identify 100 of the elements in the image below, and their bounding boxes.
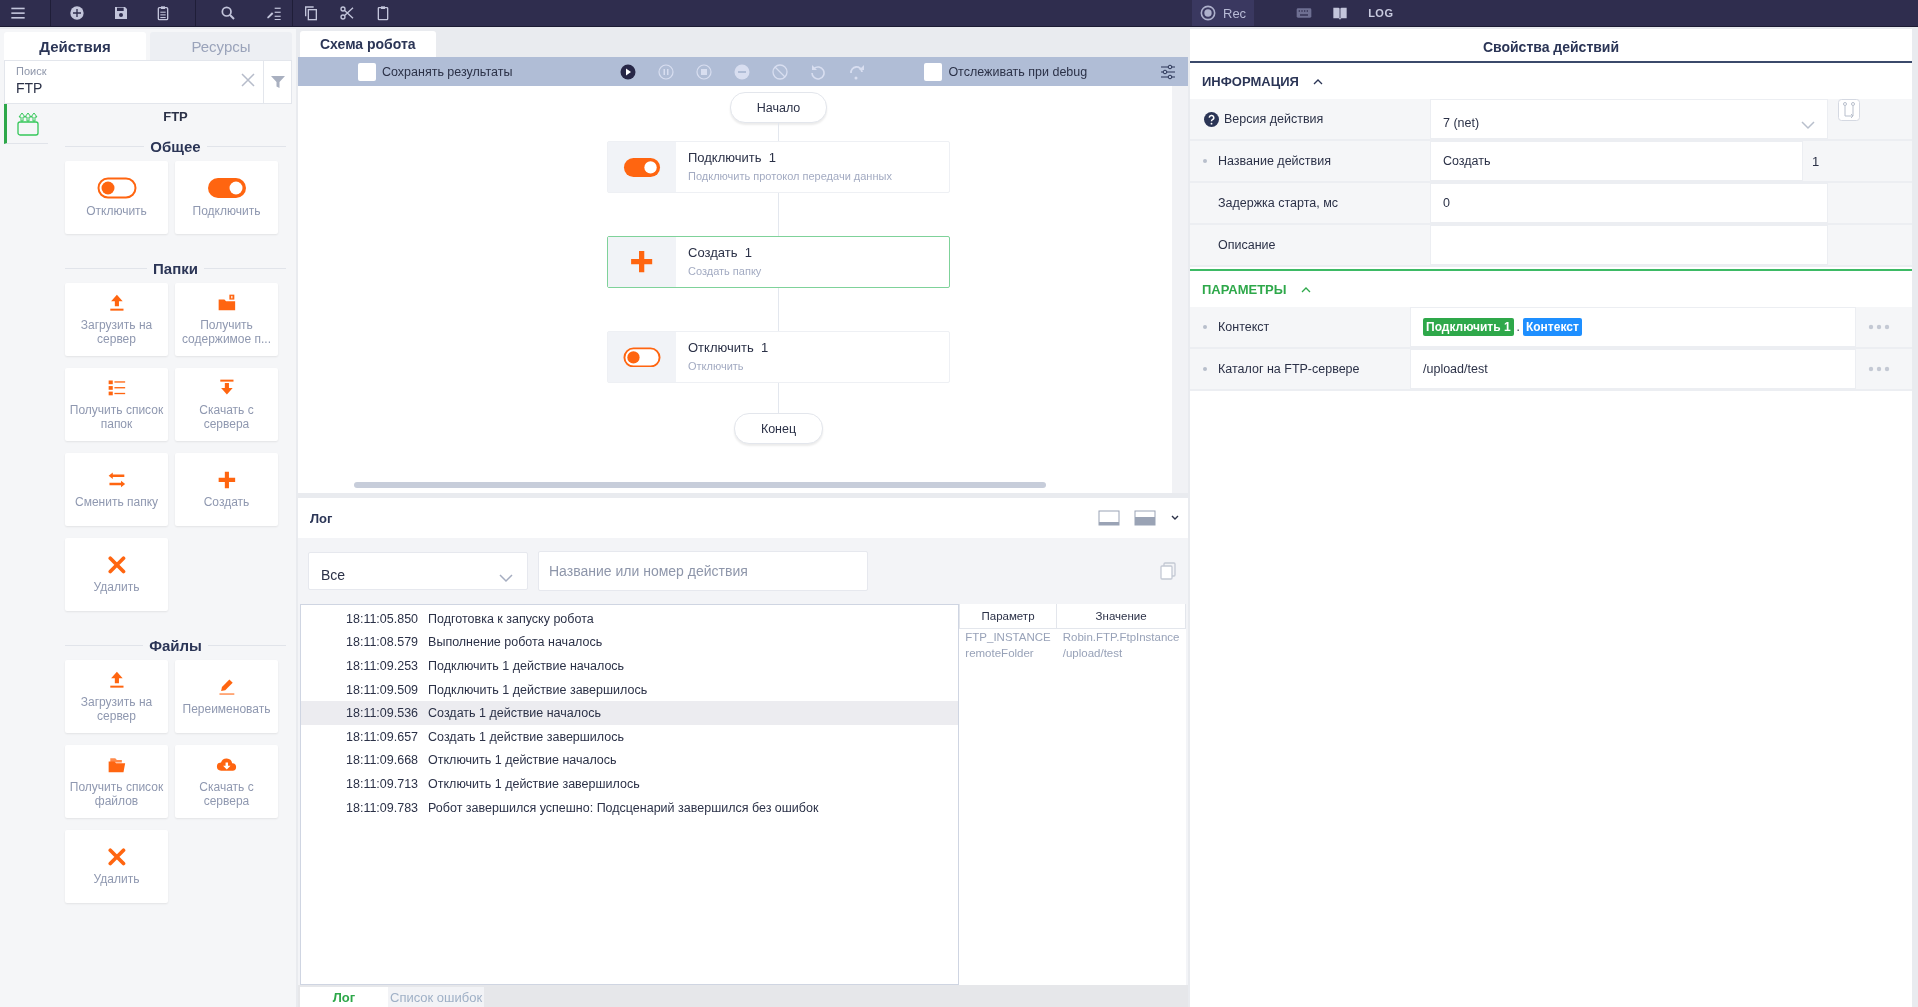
log-row[interactable]: 18:11:09.657 Создать 1 действие завершилось <box>301 724 958 749</box>
book-icon <box>1332 5 1349 21</box>
list-icon <box>106 378 127 398</box>
log-time: 18:11:09.783 <box>346 800 419 815</box>
play-button[interactable] <box>620 63 637 80</box>
section-title: Общее <box>150 138 201 155</box>
help-icon[interactable] <box>1203 111 1219 127</box>
version-dropdown[interactable]: 7 (net) <box>1430 99 1828 139</box>
log-message: Подготовка к запуску робота <box>428 611 594 626</box>
log-time: 18:11:09.668 <box>346 753 419 768</box>
log-message: Создать 1 действие завершилось <box>428 729 624 744</box>
log-row[interactable]: 18:11:08.579 Выполнение робота началось <box>301 630 958 655</box>
log-button[interactable]: LOG <box>1358 0 1404 26</box>
chevron-down-icon <box>499 573 513 583</box>
toggle-off-icon <box>96 177 137 199</box>
node-title: Создать 1 <box>688 245 753 260</box>
log-row[interactable]: 18:11:09.536 Создать 1 действие началось <box>301 701 958 725</box>
menu-icon <box>10 5 26 21</box>
copy-icon <box>1160 562 1176 580</box>
field-label: Задержка старта, мс <box>1218 196 1339 210</box>
play-icon <box>620 63 637 80</box>
log-row[interactable]: 18:11:09.713 Отключить 1 действие завершилось <box>301 772 958 796</box>
start-node[interactable]: Начало <box>729 92 828 123</box>
field-label: Каталог на FTP-сервере <box>1218 362 1360 376</box>
minus-circle-icon <box>734 63 751 80</box>
cut-icon <box>339 5 355 21</box>
paste-icon <box>375 5 391 21</box>
field-label: Описание <box>1218 238 1276 252</box>
log-row[interactable]: 18:11:09.668 Отключить 1 действие началось <box>301 748 958 773</box>
table-cell: FTP_INSTANCE <box>959 628 1057 645</box>
block-icon <box>772 63 789 80</box>
column-header: Значение <box>1056 604 1186 629</box>
node-title: Подключить 1 <box>688 150 777 165</box>
log-time: 18:11:05.850 <box>346 611 419 626</box>
name-field[interactable]: Создать <box>1430 141 1803 181</box>
record-icon <box>1200 5 1216 21</box>
toggle-on-icon <box>206 177 247 199</box>
record-button[interactable]: Rec <box>1192 0 1255 26</box>
layout-split-button[interactable] <box>1134 510 1156 526</box>
plus-icon <box>629 249 655 275</box>
parameter-field[interactable]: /upload/test <box>1410 349 1856 389</box>
node-subtitle: Создать папку <box>688 265 762 277</box>
filter-dropdown[interactable]: Все <box>308 552 528 590</box>
branch-icon[interactable] <box>1838 99 1860 121</box>
log-row[interactable]: 18:11:09.253 Подключить 1 действие началось <box>301 654 958 678</box>
category-title: FTP <box>162 109 189 124</box>
text-field[interactable]: 0 <box>1430 183 1828 223</box>
chevron-down-icon <box>1801 121 1815 130</box>
log-message: Подключить 1 действие завершилось <box>428 682 648 697</box>
log-row[interactable]: 18:11:05.850 Подготовка к запуску робота <box>301 607 958 631</box>
node-title: Отключить 1 <box>688 340 769 355</box>
log-message: Отключить 1 действие завершилось <box>428 776 640 791</box>
plus-icon <box>216 470 237 490</box>
separator-dot: . <box>1516 320 1520 334</box>
table-cell-text: remoteFolder <box>964 646 1035 661</box>
log-message: Подключить 1 действие началось <box>428 659 625 673</box>
log-message: Создать 1 действие началось <box>428 706 601 721</box>
log-row[interactable]: 18:11:09.783 Робот завершился успешно: Подсценарий завершился без ошибок <box>301 795 958 820</box>
folder-arrows-icon <box>15 110 40 137</box>
scrollbar[interactable] <box>354 482 1046 488</box>
clipboard-icon <box>155 5 171 21</box>
pencil-icon <box>216 677 237 697</box>
redo-icon <box>848 63 865 80</box>
category-item[interactable] <box>4 104 48 144</box>
end-node[interactable]: Конец <box>733 413 824 444</box>
files-icon <box>106 755 127 775</box>
toggle-on-icon <box>623 156 661 178</box>
log-message: Робот завершился успешно: Подсценарий завершился без ошибок <box>428 800 819 815</box>
log-title: Лог <box>310 510 333 526</box>
folder-icon <box>216 293 237 313</box>
log-row[interactable]: 18:11:09.509 Подключить 1 действие завершилось <box>301 677 958 702</box>
action-node[interactable]: Подключить 1 Подключить протокол передачи данных <box>607 141 950 193</box>
keyboard-icon <box>1296 5 1313 21</box>
log-time: 18:11:09.509 <box>346 682 419 697</box>
save-icon <box>113 5 129 21</box>
log-message: Выполнение робота началось <box>428 635 603 650</box>
settings-icon <box>1160 63 1176 80</box>
table-cell: Robin.FTP.FtpInstance <box>1056 628 1186 645</box>
section-title: Файлы <box>149 637 202 654</box>
layout-bottom-button[interactable] <box>1098 510 1120 526</box>
debug-checkbox[interactable]: Отслеживать при debug <box>924 62 1088 81</box>
cross-icon <box>106 555 127 575</box>
swap-arrows-icon <box>106 470 127 490</box>
section-title: Папки <box>153 260 198 277</box>
save-results-checkbox[interactable]: Сохранять результаты <box>358 62 513 81</box>
search-field[interactable]: Название или номер действия <box>538 551 868 591</box>
action-node[interactable]: Создать 1 Создать папку <box>607 236 950 288</box>
panel-tab[interactable]: Действия <box>4 32 146 60</box>
action-node[interactable]: Отключить 1 Отключить <box>607 331 950 383</box>
settings-button[interactable] <box>1160 63 1176 80</box>
more-icon <box>1867 324 1890 330</box>
panel-icon <box>1098 510 1120 526</box>
field-label: Контекст <box>1218 320 1270 334</box>
node-subtitle: Подключить протокол передачи данных <box>688 170 892 182</box>
search-icon <box>220 5 236 21</box>
table-cell-text: /upload/test <box>1061 646 1124 661</box>
split-panel-icon <box>1134 510 1156 526</box>
undo-icon <box>810 63 827 80</box>
copy-icon <box>303 5 319 21</box>
schema-tab[interactable]: Схема робота <box>300 31 436 57</box>
